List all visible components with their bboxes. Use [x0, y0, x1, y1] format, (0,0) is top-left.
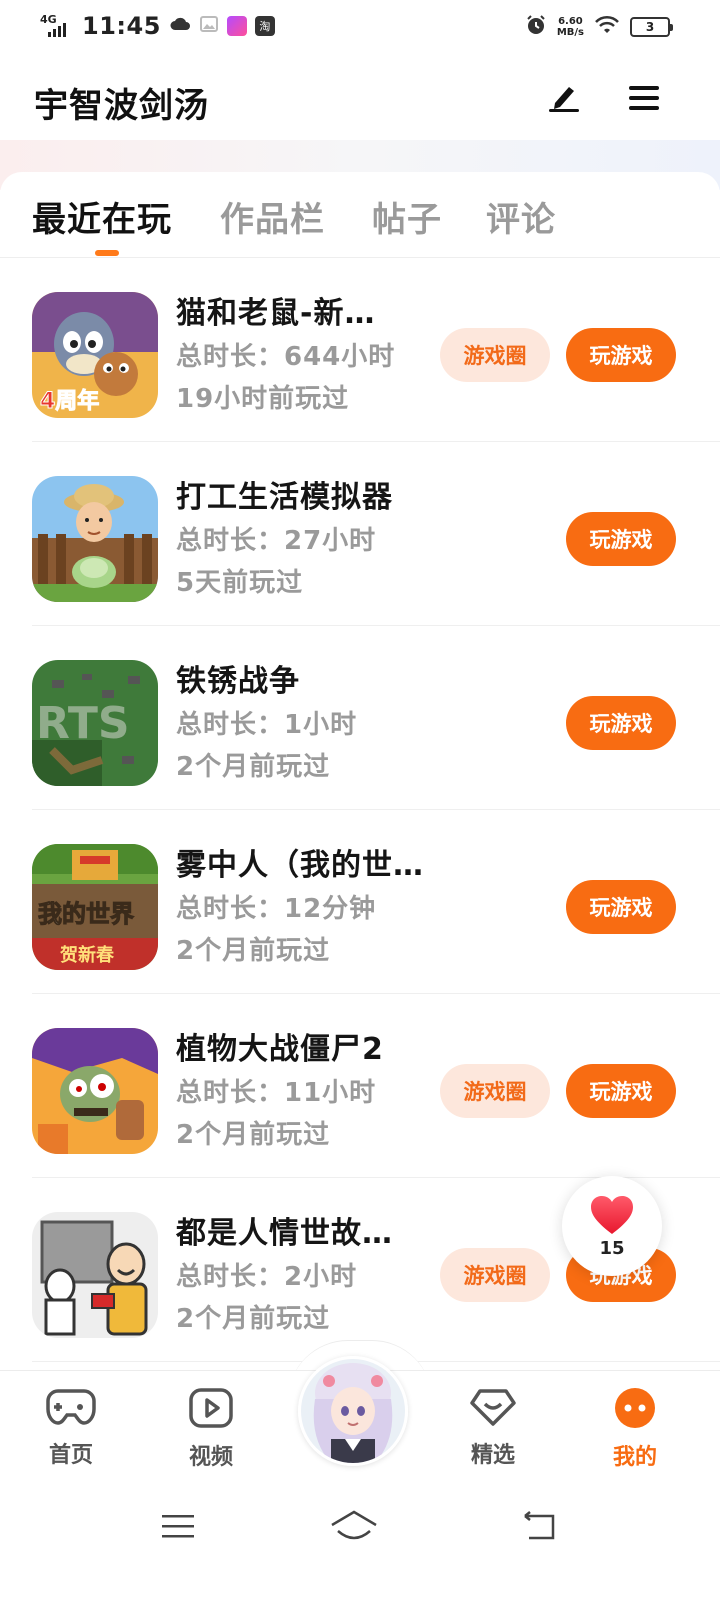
game-total-duration: 总时长：12分钟	[176, 894, 377, 924]
back-icon	[519, 1510, 557, 1546]
smile-dots-icon	[612, 1387, 658, 1433]
tab-posts[interactable]: 帖子	[372, 192, 442, 241]
play-game-button[interactable]: 玩游戏	[566, 1064, 676, 1118]
taobao-notification-icon: 淘	[254, 16, 275, 36]
game-icon-social-etiquette	[32, 1212, 158, 1338]
nav-label: 我的	[612, 1445, 657, 1470]
game-name: 猫和老鼠-新…	[176, 296, 376, 331]
game-icon-rusted-warfare: RTS	[32, 660, 158, 786]
game-last-played: 2个月前玩过	[176, 752, 331, 782]
back-button[interactable]	[508, 1508, 568, 1548]
network-speed: 6.60 MB/s	[557, 16, 584, 38]
play-game-button[interactable]: 玩游戏	[566, 880, 676, 934]
nav-item-mine[interactable]: 我的	[590, 1387, 680, 1471]
tab-recently-played[interactable]: 最近在玩	[32, 192, 172, 241]
game-total-duration: 总时长：1小时	[176, 710, 358, 740]
game-icon-badge-subtext: 贺新春	[59, 944, 115, 966]
game-total-duration: 总时长：2小时	[176, 1262, 358, 1292]
game-last-played: 5天前玩过	[176, 568, 304, 598]
floating-like-button[interactable]: 15	[562, 1176, 662, 1276]
game-icon-badge-text: 4周年	[40, 388, 99, 414]
game-total-duration: 总时长：644小时	[176, 342, 396, 372]
heart-diamond-icon	[468, 1387, 518, 1431]
game-row[interactable]: 4周年 猫和老鼠-新… 总时长：644小时 19小时前玩过 游戏圈 玩游戏	[0, 258, 720, 442]
game-last-played: 19小时前玩过	[176, 384, 350, 414]
avatar	[301, 1359, 405, 1463]
hamburger-menu-icon	[628, 84, 660, 116]
network-speed-unit: MB/s	[556, 27, 584, 38]
home-icon	[329, 1509, 379, 1547]
nav-item-video[interactable]: 视频	[166, 1387, 256, 1471]
nav-label: 首页	[48, 1443, 93, 1468]
game-circle-button[interactable]: 游戏圈	[440, 1248, 550, 1302]
game-name: 植物大战僵尸2	[176, 1032, 384, 1067]
play-game-button[interactable]: 玩游戏	[566, 512, 676, 566]
edit-button[interactable]	[542, 78, 586, 122]
wifi-icon	[594, 15, 620, 39]
video-play-icon	[188, 1387, 234, 1433]
active-tab-indicator	[95, 250, 119, 256]
cellular-signal-icon: 4G	[40, 13, 74, 39]
play-game-button[interactable]: 玩游戏	[566, 328, 676, 382]
game-icon-plants-vs-zombies	[32, 1028, 158, 1154]
game-circle-button[interactable]: 游戏圈	[440, 328, 550, 382]
game-icon-badge-text: RTS	[36, 698, 130, 749]
game-icon-work-life-simulator	[32, 476, 158, 602]
game-row[interactable]: 我的世界 贺新春 雾中人（我的世界） 总时长：12分钟 2个月前玩过 玩游戏	[0, 810, 720, 994]
app-notification-icon	[226, 16, 247, 36]
game-last-played: 2个月前玩过	[176, 936, 331, 966]
heart-icon	[589, 1194, 635, 1240]
battery-level: 3	[645, 20, 655, 34]
page-title: 宇智波剑汤	[34, 86, 209, 126]
nav-label: 视频	[188, 1445, 233, 1470]
center-avatar-button[interactable]	[298, 1356, 408, 1466]
game-row[interactable]: 植物大战僵尸2 总时长：11小时 2个月前玩过 游戏圈 玩游戏	[0, 994, 720, 1178]
gamepad-icon	[46, 1387, 96, 1431]
battery-icon: 3	[630, 17, 673, 37]
nav-label: 精选	[470, 1443, 515, 1468]
clock-time: 11:45	[82, 12, 161, 40]
game-circle-button[interactable]: 游戏圈	[440, 1064, 550, 1118]
tab-comments[interactable]: 评论	[486, 192, 556, 241]
recent-apps-button[interactable]	[148, 1508, 208, 1548]
tab-bar: 最近在玩 作品栏 帖子 评论	[0, 172, 720, 258]
game-icon-badge-text: 我的世界	[38, 900, 134, 928]
image-notification-icon	[199, 14, 219, 38]
tab-works[interactable]: 作品栏	[220, 192, 325, 241]
game-name: 打工生活模拟器	[176, 480, 393, 515]
game-last-played: 2个月前玩过	[176, 1304, 331, 1334]
game-row[interactable]: RTS 铁锈战争 总时长：1小时 2个月前玩过 玩游戏	[0, 626, 720, 810]
menu-button[interactable]	[622, 78, 666, 122]
game-total-duration: 总时长：27小时	[176, 526, 377, 556]
game-name: 铁锈战争	[176, 664, 300, 699]
status-bar: 4G 11:45 淘 6.60 MB/s 3	[0, 0, 720, 56]
game-row[interactable]: 打工生活模拟器 总时长：27小时 5天前玩过 玩游戏	[0, 442, 720, 626]
pen-icon	[547, 83, 581, 117]
nav-item-featured[interactable]: 精选	[448, 1387, 538, 1469]
cloud-icon	[169, 15, 191, 37]
game-last-played: 2个月前玩过	[176, 1120, 331, 1150]
game-icon-tom-and-jerry: 4周年	[32, 292, 158, 418]
play-game-button[interactable]: 玩游戏	[566, 696, 676, 750]
game-name: 雾中人（我的世界）	[176, 848, 426, 883]
network-speed-value: 6.60	[558, 16, 583, 27]
home-button[interactable]	[324, 1508, 384, 1548]
game-icon-minecraft: 我的世界 贺新春	[32, 844, 158, 970]
game-name: 都是人情世故…	[176, 1216, 393, 1251]
nav-item-home[interactable]: 首页	[26, 1387, 116, 1469]
like-count: 15	[599, 1237, 625, 1259]
game-total-duration: 总时长：11小时	[176, 1078, 377, 1108]
recent-apps-icon	[160, 1512, 196, 1544]
system-navigation-bar	[0, 1490, 720, 1600]
alarm-icon	[525, 14, 547, 40]
